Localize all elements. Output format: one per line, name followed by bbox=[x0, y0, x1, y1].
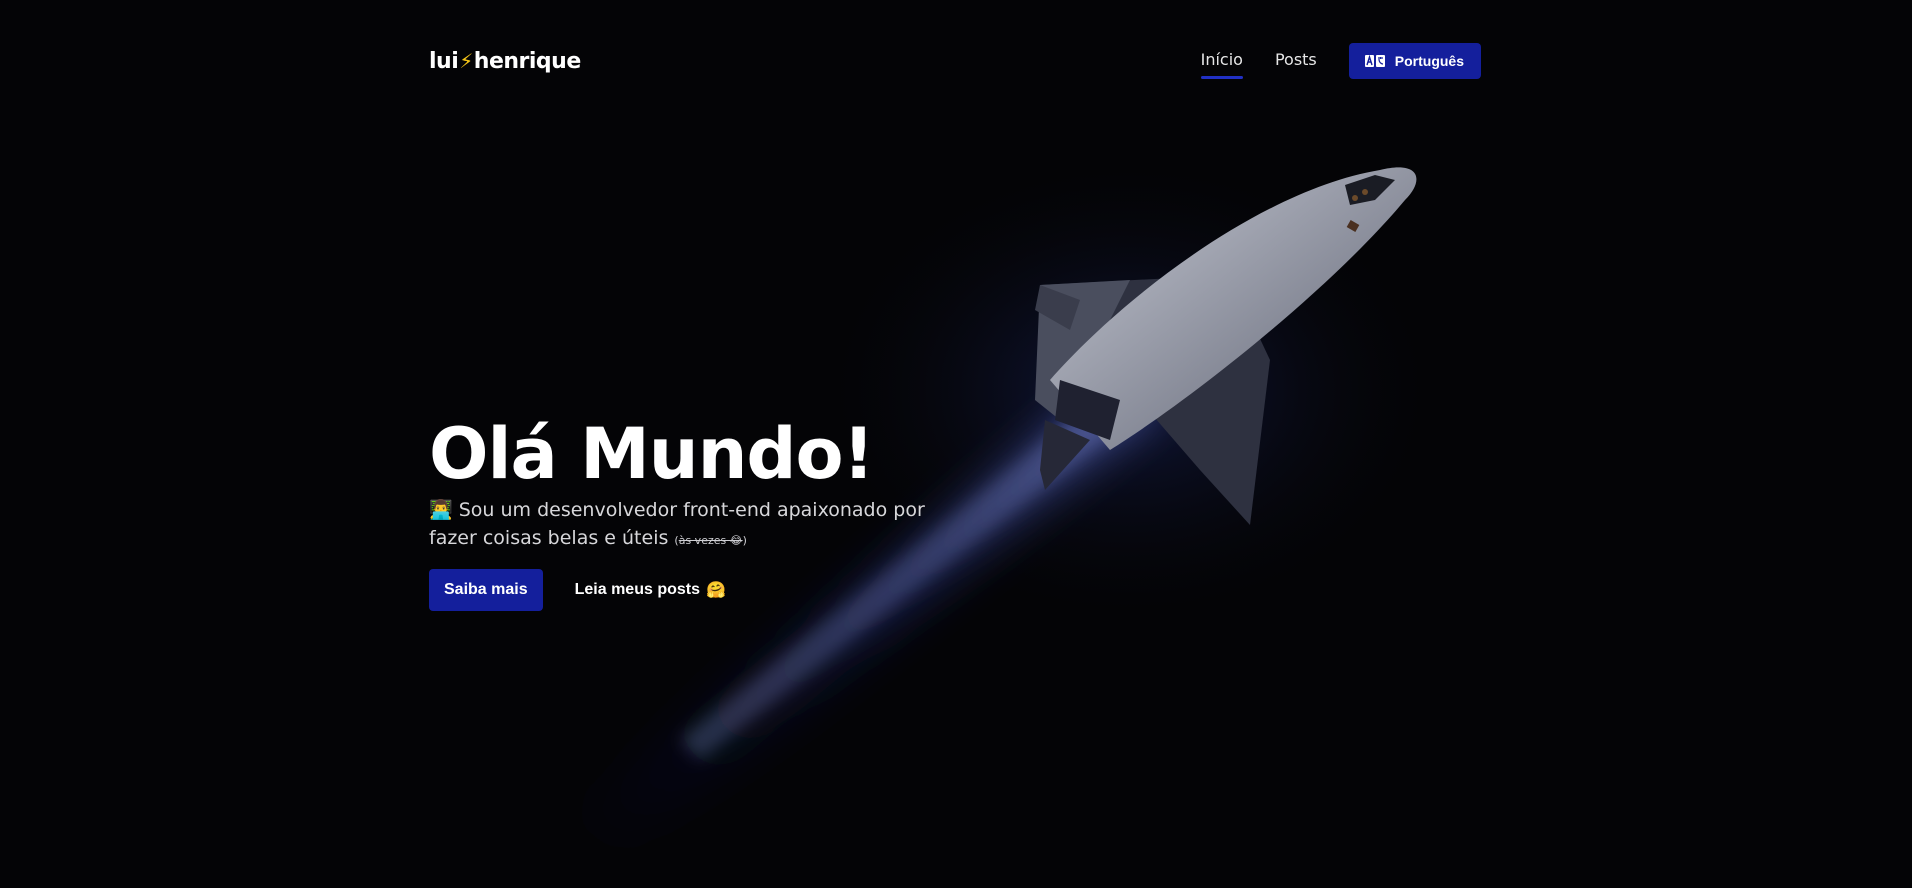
logo-text-right: henrique bbox=[473, 48, 581, 74]
read-posts-button[interactable]: Leia meus posts 🤗 bbox=[575, 580, 726, 600]
site-logo[interactable]: lui ⚡ henrique bbox=[429, 49, 581, 74]
language-button[interactable]: Português bbox=[1348, 43, 1481, 79]
hero-section: Olá Mundo! 👨‍💻 Sou um desenvolvedor fron… bbox=[429, 412, 949, 611]
read-posts-label: Leia meus posts bbox=[574, 581, 700, 598]
hero-subtitle-note: (às vezes 😂) bbox=[674, 534, 747, 547]
nav-link-posts[interactable]: Posts bbox=[1275, 44, 1317, 79]
developer-emoji: 👨‍💻 bbox=[429, 499, 453, 521]
space-shuttle-illustration bbox=[560, 150, 1450, 860]
hero-title: Olá Mundo! bbox=[429, 413, 875, 495]
hero-subtitle: 👨‍💻 Sou um desenvolvedor front-end apaix… bbox=[429, 496, 949, 555]
translate-icon bbox=[1364, 55, 1385, 67]
logo-text-left: lui bbox=[429, 48, 459, 74]
lightning-bolt-icon: ⚡ bbox=[459, 49, 473, 73]
language-label: Português bbox=[1394, 53, 1464, 69]
nav-link-inicio[interactable]: Início bbox=[1200, 44, 1244, 79]
site-header: lui ⚡ henrique Início Posts Português bbox=[429, 42, 1481, 80]
hero-note-strike: às vezes 😂 bbox=[678, 534, 743, 547]
hero-actions: Saiba mais Leia meus posts 🤗 bbox=[429, 569, 949, 611]
learn-more-button[interactable]: Saiba mais bbox=[429, 569, 543, 611]
page: lui ⚡ henrique Início Posts Português Ol… bbox=[0, 0, 1912, 888]
hugging-face-emoji: 🤗 bbox=[705, 582, 726, 599]
main-nav: Início Posts Português bbox=[1200, 43, 1481, 79]
